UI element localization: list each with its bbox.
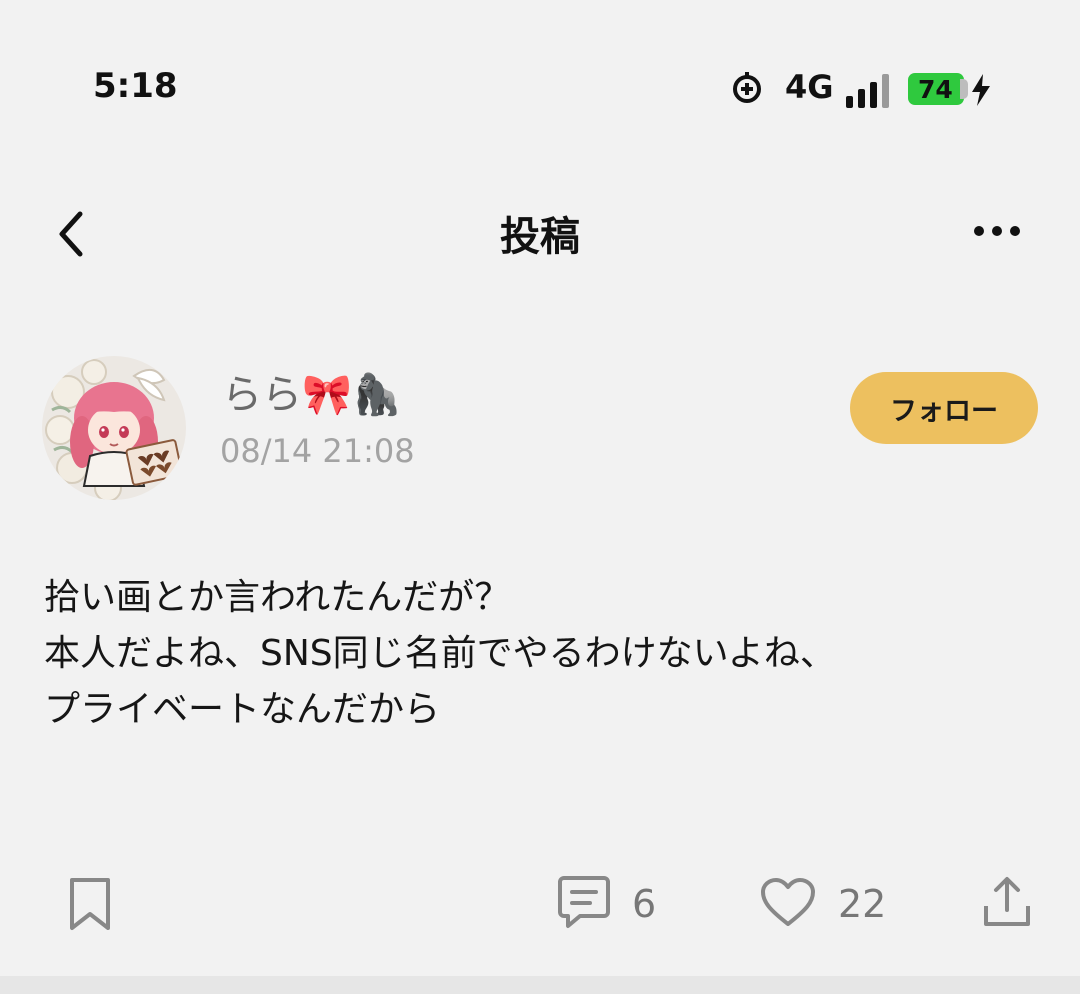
post-detail-screen: 5:18 4G 74 投稿 らら🎀🦍 08/14 21:08 フォロー 拾い画と… <box>0 0 1080 994</box>
battery-cap <box>960 79 968 99</box>
status-time: 5:18 <box>93 66 178 106</box>
comment-count: 6 <box>632 882 657 926</box>
like-count: 22 <box>838 882 887 926</box>
bottom-divider <box>0 976 1080 994</box>
battery-icon: 74 <box>908 73 964 105</box>
like-button[interactable]: 22 <box>760 874 900 934</box>
post-line: プライベートなんだから <box>44 689 441 730</box>
more-dots-icon <box>974 226 1020 236</box>
follow-button[interactable]: フォロー <box>850 372 1038 444</box>
author-avatar[interactable] <box>38 352 190 504</box>
bookmark-icon <box>70 878 110 930</box>
charging-bolt-icon <box>972 74 990 106</box>
author-name[interactable]: らら🎀🦍 <box>222 362 402 420</box>
battery-level: 74 <box>918 74 953 104</box>
more-options-button[interactable] <box>966 212 1028 250</box>
network-type: 4G <box>785 68 834 106</box>
page-title: 投稿 <box>500 214 580 260</box>
heart-icon <box>761 878 815 926</box>
post-body: 拾い画とか言われたんだが？ 本人だよね、SNS同じ名前でやるわけないよね、 プラ… <box>44 570 836 738</box>
comment-button[interactable]: 6 <box>556 874 676 934</box>
post-line: 本人だよね、SNS同じ名前でやるわけないよね、 <box>44 633 836 674</box>
bookmark-button[interactable] <box>64 876 116 932</box>
share-icon <box>984 877 1030 926</box>
comment-icon <box>558 876 610 928</box>
post-line: 拾い画とか言われたんだが？ <box>44 577 511 618</box>
signal-bars-icon <box>846 74 889 108</box>
location-target-icon <box>733 72 761 103</box>
share-button[interactable] <box>978 874 1036 932</box>
avatar-anime-girl <box>42 356 186 500</box>
post-timestamp: 08/14 21:08 <box>220 432 415 470</box>
